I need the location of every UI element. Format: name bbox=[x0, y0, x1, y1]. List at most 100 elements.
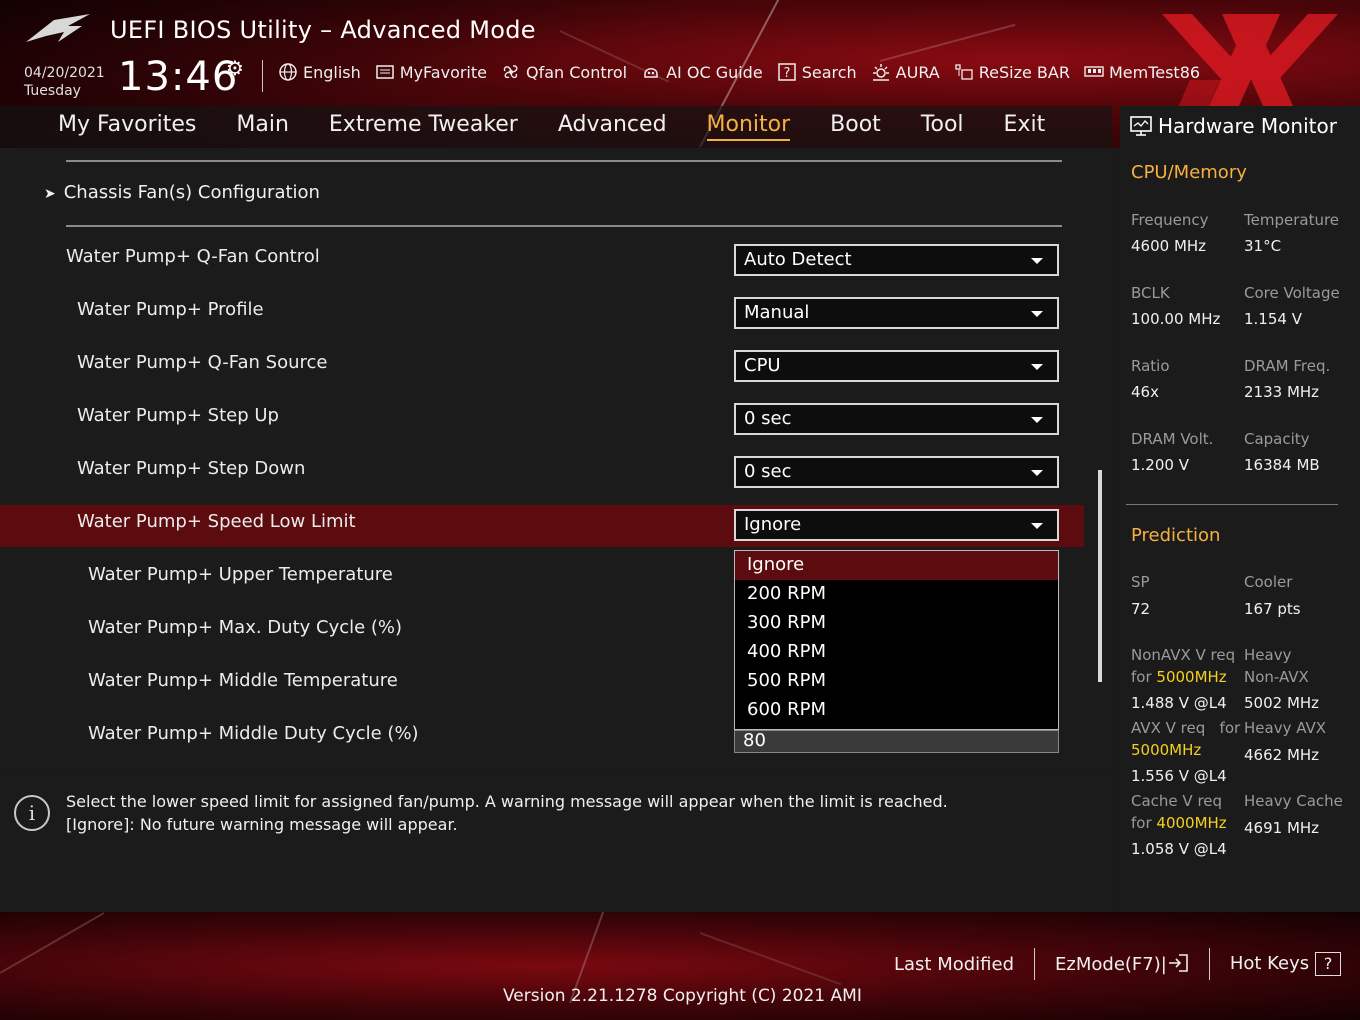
divider bbox=[66, 160, 1062, 162]
date-text: 04/20/2021 bbox=[24, 65, 105, 81]
freq-text: 5000MHz bbox=[1156, 668, 1227, 686]
myfavorite-button[interactable]: MyFavorite bbox=[375, 62, 487, 82]
rog-logo-icon bbox=[26, 14, 90, 42]
setting-label[interactable]: Water Pump+ Middle Temperature bbox=[88, 670, 398, 691]
tab-main[interactable]: Main bbox=[236, 112, 289, 141]
setting-label[interactable]: Water Pump+ Q-Fan Control bbox=[66, 246, 320, 267]
hw-value: 16384 MB bbox=[1244, 456, 1320, 474]
ezmode-button[interactable]: EzMode(F7)| bbox=[1055, 953, 1189, 975]
prediction-heading: Prediction bbox=[1131, 525, 1221, 546]
main-tabs: My Favorites Main Extreme Tweaker Advanc… bbox=[58, 112, 1045, 141]
aura-icon bbox=[872, 64, 889, 81]
resize-bar-label: ReSize BAR bbox=[978, 62, 1070, 82]
hw-label: Cooler bbox=[1244, 573, 1293, 591]
setting-label[interactable]: Water Pump+ Max. Duty Cycle (%) bbox=[88, 617, 402, 638]
middle-duty-cycle-input[interactable]: 80 bbox=[734, 730, 1059, 753]
hw-value: 4662 MHz bbox=[1244, 746, 1320, 764]
for-text: for bbox=[1131, 668, 1152, 686]
footer-divider bbox=[1034, 948, 1036, 980]
setting-label[interactable]: Water Pump+ Speed Low Limit bbox=[77, 511, 356, 532]
popup-option[interactable]: 200 RPM bbox=[735, 580, 1058, 609]
step-up-dropdown[interactable]: 0 sec bbox=[734, 403, 1059, 435]
chevron-down-icon bbox=[1031, 258, 1043, 264]
dropdown-value: 0 sec bbox=[744, 461, 792, 482]
memtest-icon bbox=[1084, 66, 1104, 77]
clock: 13:46 bbox=[118, 54, 239, 100]
setting-label[interactable]: Water Pump+ Upper Temperature bbox=[88, 564, 393, 585]
dropdown-value: CPU bbox=[744, 355, 781, 376]
ai-oc-label: AI OC Guide bbox=[666, 62, 763, 82]
hw-label: Ratio bbox=[1131, 357, 1170, 375]
hw-label: Core Voltage bbox=[1244, 284, 1340, 302]
popup-option[interactable]: Ignore bbox=[735, 551, 1058, 580]
info-icon: i bbox=[14, 795, 50, 831]
hw-label: NonAVX V req bbox=[1131, 646, 1236, 664]
popup-option[interactable]: 500 RPM bbox=[735, 667, 1058, 696]
setting-label[interactable]: Water Pump+ Step Up bbox=[77, 405, 279, 426]
hw-value: 2133 MHz bbox=[1244, 383, 1320, 401]
footer-links: Last Modified EzMode(F7)| Hot Keys? bbox=[894, 948, 1342, 980]
dropdown-value: 0 sec bbox=[744, 408, 792, 429]
setting-label[interactable]: Water Pump+ Q-Fan Source bbox=[77, 352, 328, 373]
chevron-down-icon bbox=[1031, 364, 1043, 370]
hw-value: 167 pts bbox=[1244, 600, 1301, 618]
qfan-label: Qfan Control bbox=[526, 62, 628, 82]
label-text: AVX V req bbox=[1131, 719, 1206, 737]
tab-boot[interactable]: Boot bbox=[830, 112, 881, 141]
hardware-monitor-label: Hardware Monitor bbox=[1158, 114, 1337, 138]
tab-tool[interactable]: Tool bbox=[921, 112, 964, 141]
day-text: Tuesday bbox=[24, 83, 81, 99]
cpu-memory-heading: CPU/Memory bbox=[1131, 162, 1247, 183]
hw-label: Heavy Cache bbox=[1244, 792, 1343, 810]
hw-label: Heavy AVX bbox=[1244, 719, 1327, 737]
ai-icon bbox=[644, 68, 658, 78]
language-button[interactable]: English bbox=[278, 62, 361, 82]
speed-low-limit-dropdown[interactable]: Ignore bbox=[734, 509, 1059, 541]
chevron-down-icon bbox=[1031, 311, 1043, 317]
hw-value: 1.058 V @L4 bbox=[1131, 840, 1227, 858]
setting-label[interactable]: Water Pump+ Middle Duty Cycle (%) bbox=[88, 723, 419, 744]
aura-label: AURA bbox=[895, 62, 940, 82]
hw-label: for 5000MHz bbox=[1131, 667, 1227, 688]
section-chassis-fan[interactable]: ➤ Chassis Fan(s) Configuration bbox=[44, 182, 320, 203]
freq-text: 5000MHz bbox=[1131, 741, 1202, 759]
hw-label: AVX V req for bbox=[1131, 718, 1240, 739]
popup-option[interactable]: 400 RPM bbox=[735, 638, 1058, 667]
qfan-control-dropdown[interactable]: Auto Detect bbox=[734, 244, 1059, 276]
tab-extreme-tweaker[interactable]: Extreme Tweaker bbox=[329, 112, 518, 141]
aura-button[interactable]: AURA bbox=[871, 62, 940, 82]
qfan-source-dropdown[interactable]: CPU bbox=[734, 350, 1059, 382]
gear-icon[interactable]: ⚙ bbox=[226, 56, 244, 80]
hw-label: DRAM Freq. bbox=[1244, 357, 1331, 375]
search-button[interactable]: ? Search bbox=[777, 62, 857, 82]
profile-dropdown[interactable]: Manual bbox=[734, 297, 1059, 329]
ai-oc-guide-button[interactable]: AI OC Guide bbox=[641, 62, 763, 82]
resize-bar-button[interactable]: ReSize BAR bbox=[954, 62, 1070, 82]
favorite-icon bbox=[376, 65, 394, 79]
scrollbar[interactable] bbox=[1098, 470, 1102, 682]
popup-option[interactable]: 600 RPM bbox=[735, 696, 1058, 725]
hw-divider bbox=[1126, 504, 1338, 505]
for-text: for bbox=[1131, 814, 1152, 832]
tab-my-favorites[interactable]: My Favorites bbox=[58, 112, 196, 141]
hw-label: BCLK bbox=[1131, 284, 1170, 302]
help-line: [Ignore]: No future warning message will… bbox=[66, 815, 458, 834]
hw-value: 4691 MHz bbox=[1244, 819, 1320, 837]
hot-keys-button[interactable]: Hot Keys? bbox=[1230, 952, 1342, 976]
fan-icon bbox=[503, 65, 518, 79]
last-modified-button[interactable]: Last Modified bbox=[894, 954, 1014, 975]
hw-value: 5002 MHz bbox=[1244, 694, 1320, 712]
tab-advanced[interactable]: Advanced bbox=[558, 112, 667, 141]
expand-arrow-icon: ➤ bbox=[44, 186, 56, 202]
step-down-dropdown[interactable]: 0 sec bbox=[734, 456, 1059, 488]
qfan-control-button[interactable]: Qfan Control bbox=[501, 62, 627, 82]
tab-monitor[interactable]: Monitor bbox=[706, 112, 791, 141]
tab-exit[interactable]: Exit bbox=[1004, 112, 1046, 141]
search-icon: ? bbox=[777, 63, 796, 81]
monitor-icon bbox=[1130, 116, 1152, 136]
popup-option[interactable]: 300 RPM bbox=[735, 609, 1058, 638]
setting-label[interactable]: Water Pump+ Step Down bbox=[77, 458, 305, 479]
chevron-down-icon bbox=[1031, 523, 1043, 529]
hardware-monitor-title: Hardware Monitor bbox=[1130, 114, 1337, 138]
setting-label[interactable]: Water Pump+ Profile bbox=[77, 299, 264, 320]
